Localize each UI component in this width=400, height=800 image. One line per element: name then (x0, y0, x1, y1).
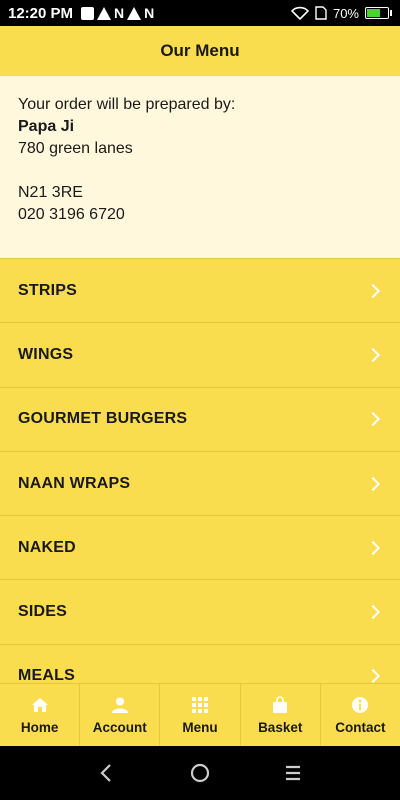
menu-category-wings[interactable]: WINGS (0, 322, 400, 386)
menu-category-label: STRIPS (18, 281, 77, 299)
chevron-right-icon (365, 669, 381, 683)
home-circle-icon[interactable] (189, 762, 211, 784)
chevron-right-icon (365, 283, 381, 298)
menu-category-strips[interactable]: STRIPS (0, 258, 400, 322)
tab-label: Menu (182, 719, 218, 735)
tab-account[interactable]: Account (80, 684, 161, 746)
restaurant-name: Papa Ji (18, 118, 75, 135)
menu-category-label: MEALS (18, 667, 75, 683)
menu-category-label: SIDES (18, 603, 68, 621)
restaurant-postcode: N21 3RE (18, 184, 83, 201)
wifi-icon (290, 6, 309, 20)
menu-category-label: WINGS (18, 345, 74, 363)
tab-basket[interactable]: Basket (241, 684, 321, 746)
menu-category-list: STRIPS WINGS GOURMET BURGERS NAAN WRAPS … (0, 258, 400, 683)
status-bar: 12:20 PM N N 70% (0, 0, 400, 26)
tab-label: Contact (335, 719, 386, 735)
back-icon[interactable] (96, 762, 118, 784)
grid-icon (192, 696, 208, 713)
tab-contact[interactable]: Contact (321, 684, 400, 746)
status-time: 12:20 PM (8, 4, 74, 22)
menu-category-label: NAKED (18, 538, 76, 556)
tab-label: Basket (258, 719, 303, 735)
info-icon (352, 696, 369, 713)
restaurant-info: Your order will be prepared by: Papa Ji … (0, 76, 400, 258)
menu-category-sides[interactable]: SIDES (0, 579, 400, 643)
bottom-tab-bar: Home Account Menu Basket Contact (0, 683, 400, 746)
chevron-right-icon (365, 476, 381, 491)
menu-category-label: GOURMET BURGERS (18, 410, 188, 428)
chevron-right-icon (365, 605, 381, 620)
menu-category-meals[interactable]: MEALS (0, 643, 400, 683)
prepared-by-label: Your order will be prepared by: (18, 96, 236, 113)
menu-category-naan-wraps[interactable]: NAAN WRAPS (0, 450, 400, 515)
notification-icons: N N (81, 5, 154, 21)
shopping-bag-icon (273, 695, 288, 713)
tab-label: Account (92, 719, 147, 735)
warning-icon (127, 6, 142, 20)
battery-percent: 70% (332, 5, 359, 21)
chevron-right-icon (365, 347, 381, 363)
chevron-right-icon (365, 540, 381, 555)
menu-category-label: NAAN WRAPS (18, 474, 131, 492)
system-nav-bar (0, 746, 400, 800)
n-icon: N (114, 5, 125, 21)
chevron-right-icon (365, 412, 381, 427)
sim-icon (315, 6, 327, 20)
menu-category-gourmet-burgers[interactable]: GOURMET BURGERS (0, 386, 400, 451)
image-icon (81, 6, 95, 20)
tab-label: Home (20, 719, 59, 735)
menu-category-naked[interactable]: NAKED (0, 515, 400, 579)
warning-icon (97, 6, 112, 20)
restaurant-address: 780 green lanes (18, 140, 133, 157)
n-icon: N (144, 5, 155, 21)
battery-icon (365, 7, 389, 19)
home-icon (31, 697, 48, 712)
person-icon (111, 697, 128, 713)
status-right: 70% (290, 5, 392, 21)
page-title: Our Menu (0, 26, 400, 76)
tab-home[interactable]: Home (0, 684, 81, 746)
tab-menu[interactable]: Menu (160, 684, 241, 746)
restaurant-phone: 020 3196 6720 (18, 206, 125, 223)
recent-apps-icon[interactable] (282, 762, 304, 784)
